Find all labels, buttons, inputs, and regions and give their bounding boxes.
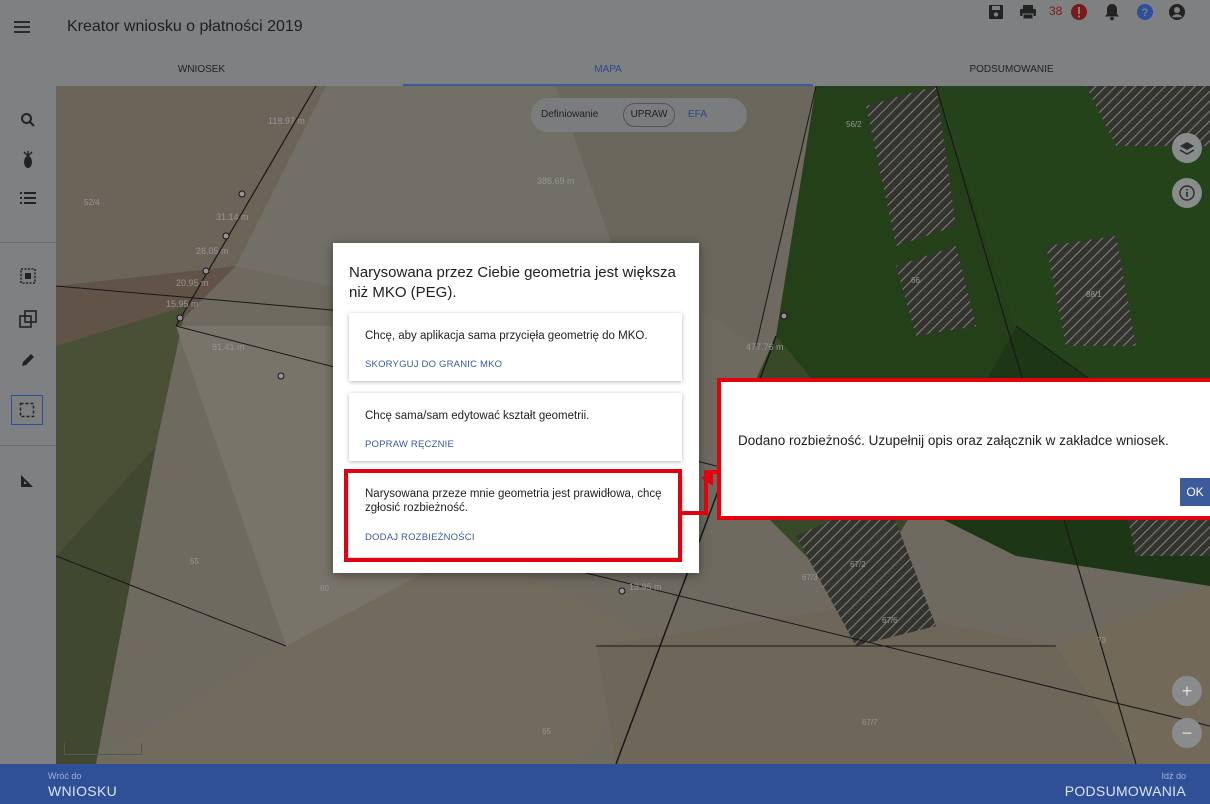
search-icon[interactable] xyxy=(14,106,42,134)
option-text: Chcę sama/sam edytować kształt geometrii… xyxy=(365,410,590,422)
tab-mapa[interactable]: MAPA xyxy=(403,56,813,86)
map-toolbar xyxy=(0,86,56,764)
selection-frame-icon[interactable] xyxy=(11,395,43,425)
pencil-icon[interactable] xyxy=(14,346,42,374)
trim-to-mko-button[interactable]: SKORYGUJ DO GRANIC MKO xyxy=(365,359,502,370)
mode-option-efa[interactable]: EFA xyxy=(688,109,707,120)
go-to-summary-button[interactable]: PODSUMOWANIA xyxy=(1065,783,1186,799)
toolbar-divider xyxy=(0,242,56,243)
zoom-in-button[interactable]: + xyxy=(1172,676,1202,706)
zoom-out-button[interactable]: − xyxy=(1172,718,1202,748)
svg-text:?: ? xyxy=(1142,7,1149,19)
next-caption: Idź do xyxy=(1161,771,1186,781)
app-title: Kreator wniosku o płatności 2019 xyxy=(67,18,303,35)
mode-toggle[interactable]: Definiowanie UPRAW EFA xyxy=(531,98,747,132)
option-card-trim[interactable]: Chcę, aby aplikacja sama przycięła geome… xyxy=(349,313,682,381)
error-count: 38 xyxy=(1049,4,1063,18)
highlight-frame xyxy=(344,469,682,562)
account-icon[interactable] xyxy=(1165,0,1189,24)
save-icon[interactable] xyxy=(984,0,1008,24)
info-icon[interactable] xyxy=(1172,178,1202,208)
menu-icon[interactable] xyxy=(14,18,34,38)
option-text: Chcę, aby aplikacja sama przycięła geome… xyxy=(365,330,648,342)
manual-edit-button[interactable]: POPRAW RĘCZNIE xyxy=(365,439,454,450)
measure-icon[interactable] xyxy=(14,466,42,494)
option-card-edit[interactable]: Chcę sama/sam edytować kształt geometrii… xyxy=(349,393,682,461)
list-icon[interactable] xyxy=(14,184,42,212)
back-to-application-button[interactable]: WNIOSKU xyxy=(48,783,117,799)
app-header: Kreator wniosku o płatności 2019 38 ? xyxy=(0,0,1210,56)
copy-shape-icon[interactable] xyxy=(14,305,42,333)
mode-option-upraw[interactable]: UPRAW xyxy=(623,103,675,127)
select-area-icon[interactable] xyxy=(14,262,42,290)
crop-icon[interactable] xyxy=(14,146,42,174)
tab-podsumowanie[interactable]: PODSUMOWANIE xyxy=(813,56,1210,86)
bottom-navigation: Wróć do WNIOSKU Idź do PODSUMOWANIA xyxy=(0,764,1210,804)
tab-wniosek[interactable]: WNIOSEK xyxy=(0,56,403,86)
main-tabs: WNIOSEK MAPA PODSUMOWANIE xyxy=(0,56,1210,86)
dialog-title: Narysowana przez Ciebie geometria jest w… xyxy=(349,264,676,301)
bell-icon[interactable] xyxy=(1100,0,1124,24)
scale-bar: 50 m xyxy=(64,743,142,755)
layers-icon[interactable] xyxy=(1172,133,1202,163)
back-caption: Wróć do xyxy=(48,771,82,781)
help-icon[interactable]: ? xyxy=(1133,0,1157,24)
toolbar-divider xyxy=(0,445,56,446)
highlight-frame xyxy=(717,378,1210,520)
print-icon[interactable] xyxy=(1016,0,1040,24)
error-icon[interactable] xyxy=(1067,0,1091,24)
mode-toggle-label: Definiowanie xyxy=(541,109,599,120)
